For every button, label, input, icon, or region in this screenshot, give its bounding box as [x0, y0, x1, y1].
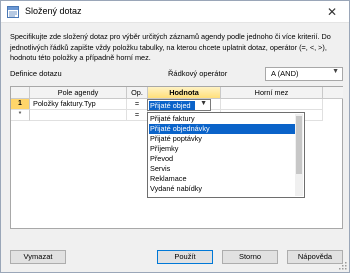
col-header-op[interactable]: Op. — [127, 87, 148, 99]
grid-corner — [11, 87, 30, 99]
value-combobox[interactable]: Přijaté objed ▼ — [147, 99, 211, 111]
cell-field[interactable]: Položky faktury.Typ — [30, 99, 127, 110]
col-header-upper[interactable]: Horní mez — [221, 87, 323, 99]
col-header-filler — [323, 87, 343, 99]
resize-grip-icon[interactable] — [339, 262, 347, 270]
col-header-value[interactable]: Hodnota — [148, 87, 221, 99]
operator-select[interactable]: A (AND) ▼ — [265, 67, 343, 81]
dropdown-item[interactable]: Příjemky — [149, 144, 295, 154]
dropdown-item[interactable]: Přijaté faktury — [149, 114, 295, 124]
dropdown-item[interactable]: Vydané nabídky — [149, 184, 295, 194]
cell-op[interactable]: = — [127, 99, 148, 110]
close-icon[interactable]: ✕ — [325, 5, 339, 19]
operator-value: A (AND) — [271, 69, 299, 78]
cancel-button[interactable]: Storno — [222, 250, 278, 264]
row-number[interactable]: * — [11, 110, 30, 121]
value-dropdown-list[interactable]: Přijaté faktury Přijaté objednávky Přija… — [147, 112, 305, 198]
dropdown-item-selected[interactable]: Přijaté objednávky — [149, 124, 295, 134]
scrollbar-thumb[interactable] — [296, 116, 302, 174]
help-button[interactable]: Nápověda — [287, 250, 343, 264]
cell-op[interactable]: = — [127, 110, 148, 121]
clear-button[interactable]: Vymazat — [10, 250, 66, 264]
definition-label: Definice dotazu — [10, 69, 62, 78]
cell-field[interactable] — [30, 110, 127, 121]
chevron-down-icon[interactable]: ▼ — [200, 100, 207, 107]
dropdown-item[interactable]: Reklamace — [149, 174, 295, 184]
dropdown-item[interactable]: Servis — [149, 164, 295, 174]
cell-upper[interactable] — [221, 99, 323, 110]
title-bar[interactable]: Složený dotaz ✕ — [1, 1, 349, 23]
dropdown-scrollbar[interactable] — [295, 114, 303, 196]
chevron-down-icon: ▼ — [332, 68, 339, 75]
dialog-window: Složený dotaz ✕ Specifikujte zde složený… — [0, 0, 350, 273]
value-combobox-text[interactable]: Přijaté objed — [149, 101, 195, 110]
col-header-field[interactable]: Pole agendy — [30, 87, 127, 99]
query-icon — [7, 6, 19, 18]
operator-label: Řádkový operátor — [168, 69, 228, 78]
dropdown-item[interactable]: Převod — [149, 154, 295, 164]
dropdown-item[interactable]: Přijaté poptávky — [149, 134, 295, 144]
description-text: Specifikujte zde složený dotaz pro výběr… — [10, 32, 331, 62]
use-button[interactable]: Použít — [157, 250, 213, 264]
window-title: Složený dotaz — [25, 6, 82, 16]
row-number[interactable]: 1 — [11, 99, 30, 110]
